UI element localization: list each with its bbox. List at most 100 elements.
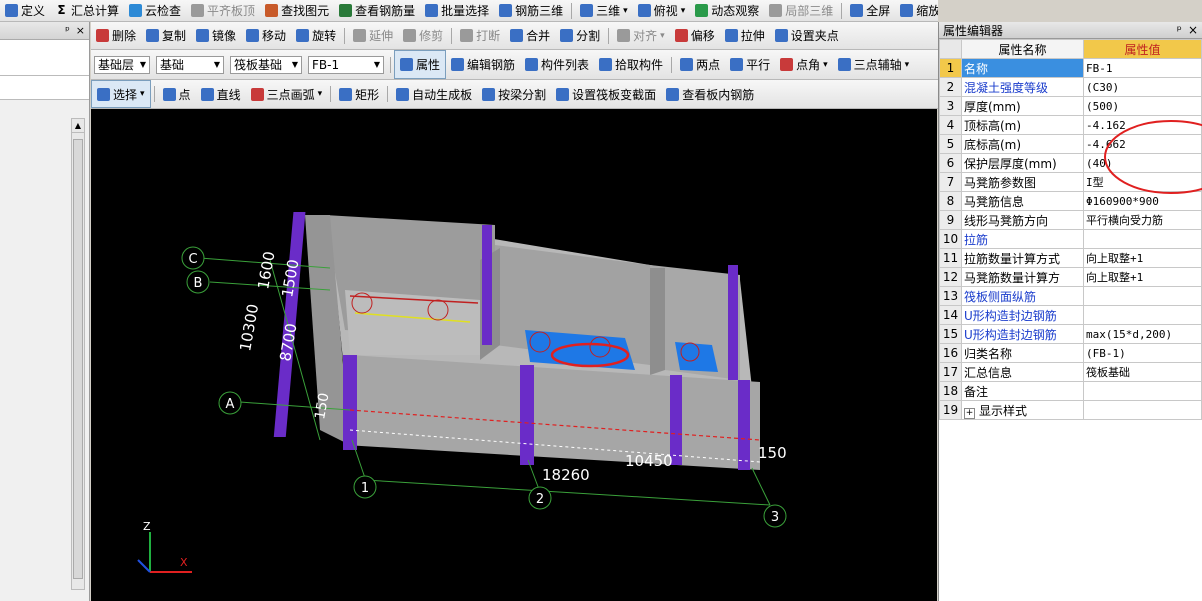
wall-divider-2[interactable] [650,268,665,375]
property-value[interactable] [1083,381,1202,401]
property-row[interactable]: 1 名称 FB-1 [939,58,1202,78]
chevron-down-icon[interactable]: ▾ [660,31,665,41]
chevron-down-icon[interactable]: ▼ [214,60,220,69]
tool-toolbar1-13-button[interactable]: 缩放▾ [895,0,938,21]
property-value[interactable]: 向上取整+1 [1083,267,1202,287]
select-dropdown[interactable]: 基础层 ▼ [94,55,150,74]
tool-toolbar2-11-button[interactable]: 偏移 [670,22,720,49]
pin-icon[interactable]: ᵖ [65,24,70,37]
column[interactable] [728,265,738,380]
property-row[interactable]: 11 拉筋数量计算方式 向上取整+1 [939,248,1202,268]
tool-toolbar1-3-button[interactable]: 平齐板顶 [186,0,260,21]
property-value[interactable]: Φ160900*900 [1083,191,1202,211]
column[interactable] [520,365,534,465]
close-icon[interactable]: × [1188,23,1198,37]
property-row[interactable]: 13 筏板侧面纵筋 [939,286,1202,306]
property-value[interactable]: (FB-1) [1083,343,1202,363]
tool-toolbar1-2-button[interactable]: 云检查 [124,0,186,21]
tool-toolbar3-items-4-button[interactable]: 两点 [675,50,725,79]
tool-toolbar3-items-2-button[interactable]: 构件列表 [520,50,594,79]
tool-toolbar4-2-button[interactable]: 直线 [196,80,246,108]
axis-bubble-a[interactable]: A [218,391,242,415]
tool-toolbar1-7-button[interactable]: 钢筋三维 [494,0,568,21]
pin-icon[interactable]: ᵖ [1177,23,1182,37]
tool-toolbar2-13-button[interactable]: 设置夹点 [770,22,844,49]
property-value[interactable] [1083,400,1202,420]
property-value[interactable]: (500) [1083,96,1202,116]
property-value[interactable]: 向上取整+1 [1083,248,1202,268]
left-panel-field[interactable] [0,40,89,76]
tool-toolbar4-3-button[interactable]: 三点画弧 ▾ [246,80,328,108]
tool-toolbar4-1-button[interactable]: 点 [158,80,196,108]
property-value[interactable] [1083,305,1202,325]
property-row[interactable]: 9 线形马凳筋方向 平行横向受力筋 [939,210,1202,230]
property-row[interactable]: 2 混凝土强度等级 (C30) [939,77,1202,97]
axis-bubble-c[interactable]: C [181,246,205,270]
tool-toolbar1-11-button[interactable]: 局部三维 [764,0,838,21]
tool-toolbar4-5-button[interactable]: 自动生成板 [391,80,477,108]
tool-toolbar2-3-button[interactable]: 移动 [241,22,291,49]
chevron-down-icon[interactable]: ▼ [140,60,146,69]
property-value[interactable]: 平行横向受力筋 [1083,210,1202,230]
tool-toolbar2-6-button[interactable]: 修剪 [398,22,448,49]
axis-bubble-2[interactable]: 2 [528,486,552,510]
tool-toolbar2-2-button[interactable]: 镜像 [191,22,241,49]
chevron-down-icon[interactable]: ▾ [681,6,686,16]
tool-toolbar3-items-5-button[interactable]: 平行 [725,50,775,79]
tool-toolbar2-12-button[interactable]: 拉伸 [720,22,770,49]
axis-bubble-b[interactable]: B [186,270,210,294]
axis-bubble-1[interactable]: 1 [353,475,377,499]
close-icon[interactable]: × [76,24,85,37]
chevron-down-icon[interactable]: ▾ [905,60,910,70]
property-row[interactable]: 17 汇总信息 筏板基础 [939,362,1202,382]
tool-toolbar1-6-button[interactable]: 批量选择 [420,0,494,21]
property-value[interactable]: -4.162 [1083,115,1202,135]
tool-toolbar3-items-6-button[interactable]: 点角 ▾ [775,50,833,79]
tool-toolbar4-7-button[interactable]: 设置筏板变截面 [551,80,661,108]
tool-toolbar3-items-1-button[interactable]: 编辑钢筋 [446,50,520,79]
chevron-down-icon[interactable]: ▾ [140,89,145,99]
tool-toolbar4-4-button[interactable]: 矩形 [334,80,384,108]
chevron-down-icon[interactable]: ▾ [318,89,323,99]
tool-toolbar4-6-button[interactable]: 按梁分割 [477,80,551,108]
tool-toolbar2-4-button[interactable]: 旋转 [291,22,341,49]
column[interactable] [343,355,357,450]
select-dropdown[interactable]: FB-1 ▼ [308,55,384,74]
property-row[interactable]: 18 备注 [939,381,1202,401]
axis-bubble-3[interactable]: 3 [763,504,787,528]
chevron-down-icon[interactable]: ▼ [374,60,380,69]
property-row[interactable]: 19 + 显示样式 [939,400,1202,420]
tool-toolbar4-8-button[interactable]: 查看板内钢筋 [661,80,759,108]
tool-toolbar3-items-3-button[interactable]: 拾取构件 [594,50,668,79]
tool-toolbar1-4-button[interactable]: 查找图元 [260,0,334,21]
left-panel-field[interactable] [0,76,89,100]
property-row[interactable]: 12 马凳筋数量计算方 向上取整+1 [939,267,1202,287]
tool-toolbar4-0-button[interactable]: 选择 ▾ [91,80,151,108]
left-panel-scrollbar[interactable]: ▲ [71,118,85,590]
tool-toolbar1-9-button[interactable]: 俯视 ▾ [633,0,691,21]
scroll-up-icon[interactable]: ▲ [72,119,84,133]
tool-toolbar2-5-button[interactable]: 延伸 [348,22,398,49]
column[interactable] [482,225,492,345]
viewport-scene[interactable]: C B A 1 2 3 1600 1500 10300 8700 150 182… [91,109,937,601]
tool-toolbar3-items-7-button[interactable]: 三点辅轴 ▾ [833,50,915,79]
property-value[interactable]: -4.662 [1083,134,1202,154]
property-row[interactable]: 16 归类名称 (FB-1) [939,343,1202,363]
expand-icon[interactable]: + [964,407,975,419]
select-dropdown[interactable]: 筏板基础 ▼ [230,55,302,74]
scroll-thumb[interactable] [73,139,83,579]
property-row[interactable]: 3 厚度(mm) (500) [939,96,1202,116]
tool-toolbar2-9-button[interactable]: 分割 [555,22,605,49]
tool-toolbar1-8-button[interactable]: 三维 ▾ [575,0,633,21]
property-value[interactable] [1083,286,1202,306]
chevron-down-icon[interactable]: ▾ [823,60,828,70]
property-value[interactable] [1083,229,1202,249]
property-value[interactable]: I型 [1083,172,1202,192]
tool-toolbar1-0-button[interactable]: 定义 [0,0,50,21]
property-row[interactable]: 4 顶标高(m) -4.162 [939,115,1202,135]
tool-toolbar2-10-button[interactable]: 对齐 ▾ [612,22,670,49]
tool-toolbar2-0-button[interactable]: 删除 [91,22,141,49]
3d-viewport[interactable]: C B A 1 2 3 1600 1500 10300 8700 150 182… [91,109,937,601]
property-row[interactable]: 14 U形构造封边钢筋 [939,305,1202,325]
property-row[interactable]: 10 拉筋 [939,229,1202,249]
